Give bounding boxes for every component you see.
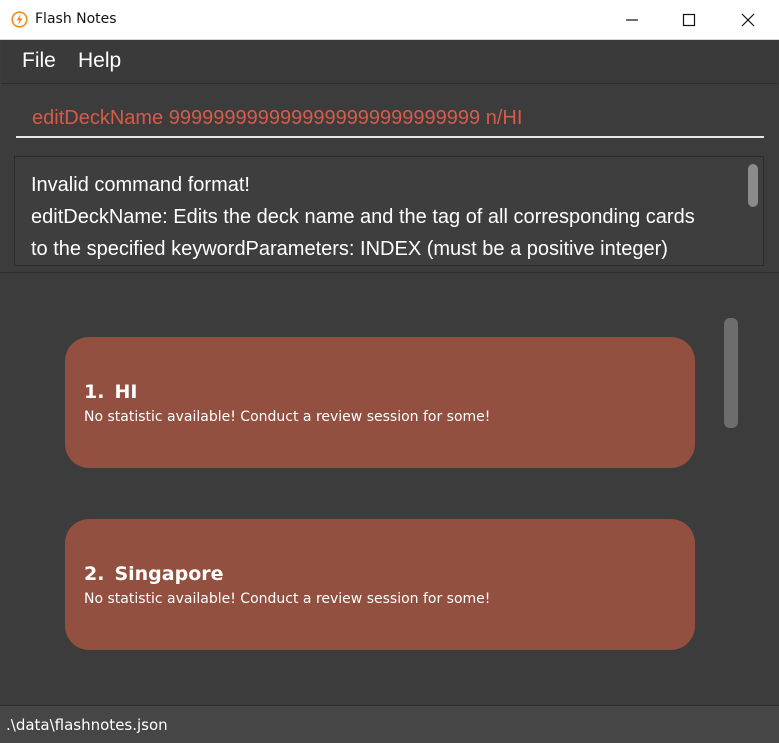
deck-index: 1. bbox=[84, 381, 105, 403]
lightning-icon bbox=[11, 11, 28, 28]
result-display[interactable]: Invalid command format! editDeckName: Ed… bbox=[14, 156, 764, 266]
maximize-icon bbox=[682, 13, 696, 27]
deck-card[interactable]: 1. HI No statistic available! Conduct a r… bbox=[65, 337, 695, 468]
menu-help[interactable]: Help bbox=[78, 49, 121, 73]
deck-card[interactable]: 2. Singapore No statistic available! Cond… bbox=[65, 519, 695, 650]
status-bar: .\data\flashnotes.json bbox=[0, 705, 779, 743]
deck-list: 1. HI No statistic available! Conduct a r… bbox=[1, 273, 778, 705]
deck-title: 2. Singapore bbox=[84, 563, 224, 585]
app-window: Flash Notes File Help Invalid command fo… bbox=[0, 0, 779, 743]
command-box bbox=[1, 84, 778, 150]
close-button[interactable] bbox=[719, 0, 777, 39]
deck-name: HI bbox=[114, 381, 138, 403]
deck-index: 2. bbox=[84, 563, 105, 585]
result-line: Invalid command format! bbox=[31, 174, 250, 196]
title-bar[interactable]: Flash Notes bbox=[0, 0, 779, 40]
deck-title: 1. HI bbox=[84, 381, 137, 403]
deck-list-scrollbar[interactable] bbox=[724, 318, 738, 428]
result-line: to the specified keywordParameters: INDE… bbox=[31, 238, 668, 260]
result-line: editDeckName: Edits the deck name and th… bbox=[31, 206, 695, 228]
menu-file[interactable]: File bbox=[22, 49, 56, 73]
minimize-button[interactable] bbox=[603, 0, 661, 39]
close-icon bbox=[741, 13, 755, 27]
maximize-button[interactable] bbox=[660, 0, 718, 39]
deck-statistic: No statistic available! Conduct a review… bbox=[84, 591, 491, 607]
result-message: Invalid command format! editDeckName: Ed… bbox=[31, 169, 736, 265]
command-input[interactable] bbox=[16, 100, 764, 138]
result-scrollbar[interactable] bbox=[748, 164, 758, 207]
deck-name: Singapore bbox=[114, 563, 224, 585]
deck-statistic: No statistic available! Conduct a review… bbox=[84, 409, 491, 425]
minimize-icon bbox=[626, 19, 638, 21]
save-location: .\data\flashnotes.json bbox=[6, 716, 168, 734]
window-title: Flash Notes bbox=[35, 11, 117, 27]
menu-bar: File Help bbox=[1, 40, 778, 84]
